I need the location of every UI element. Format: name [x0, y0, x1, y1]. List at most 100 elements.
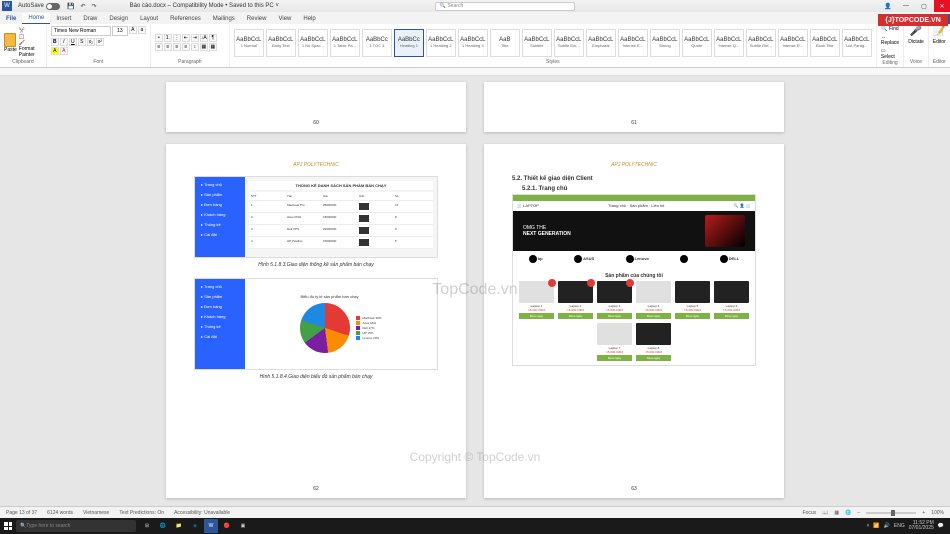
style-intense-r-[interactable]: AaBbCcLIntense R...: [778, 29, 808, 57]
accessibility-status[interactable]: Accessibility: Unavailable: [174, 510, 230, 516]
find-button[interactable]: 🔍 Find: [881, 26, 898, 32]
volume-icon[interactable]: 🔊: [884, 523, 890, 529]
dictate-icon[interactable]: 🎤: [910, 26, 922, 37]
vscode-icon[interactable]: ◈: [188, 519, 202, 533]
grow-font-icon[interactable]: A: [129, 26, 137, 34]
style-subtle-em-[interactable]: AaBbCcLSubtle Em...: [554, 29, 584, 57]
italic-button[interactable]: I: [60, 38, 68, 46]
tab-review[interactable]: Review: [241, 14, 273, 24]
style-book-title[interactable]: AaBbCcLBook Title: [810, 29, 840, 57]
text-predictions[interactable]: Text Predictions: On: [119, 510, 164, 516]
autosave-toggle[interactable]: AutoSave: [14, 3, 64, 10]
select-button[interactable]: ▭ Select: [881, 48, 899, 60]
undo-icon[interactable]: ↶: [81, 3, 86, 10]
clock[interactable]: 11:52 PM 07/01/2025: [909, 521, 934, 531]
highlight-button[interactable]: A: [51, 47, 59, 55]
close-button[interactable]: ✕: [934, 0, 950, 12]
paste-button[interactable]: Paste: [4, 28, 17, 58]
tab-mailings[interactable]: Mailings: [207, 14, 241, 24]
borders-icon[interactable]: ▦: [209, 43, 217, 51]
line-spacing-icon[interactable]: ↕: [191, 43, 199, 51]
start-button[interactable]: [0, 518, 16, 534]
chrome-icon[interactable]: 🔴: [220, 519, 234, 533]
show-marks-icon[interactable]: ¶: [209, 34, 217, 42]
word-taskbar-icon[interactable]: W: [204, 519, 218, 533]
style-1-heading-3[interactable]: AaBbCcL1 Heading 3: [458, 29, 488, 57]
zoom-level[interactable]: 100%: [931, 510, 944, 516]
sub-button[interactable]: x₂: [87, 38, 95, 46]
sup-button[interactable]: x²: [96, 38, 104, 46]
focus-mode[interactable]: Focus: [803, 510, 817, 516]
style-1-no-spac-[interactable]: AaBbCcL1 No Spac...: [298, 29, 328, 57]
web-layout-icon[interactable]: 🌐: [845, 510, 851, 516]
shrink-font-icon[interactable]: a: [138, 26, 146, 34]
terminal-icon[interactable]: ▣: [236, 519, 250, 533]
word-count[interactable]: 6124 words: [47, 510, 73, 516]
tab-layout[interactable]: Layout: [134, 14, 164, 24]
tab-draw[interactable]: Draw: [77, 14, 103, 24]
underline-button[interactable]: U: [69, 38, 77, 46]
align-center-icon[interactable]: ≡: [164, 43, 172, 51]
zoom-slider[interactable]: [866, 512, 916, 514]
tab-references[interactable]: References: [164, 14, 207, 24]
style-emphasis[interactable]: AaBbCcLEmphasis: [586, 29, 616, 57]
style-1-heading-2[interactable]: AaBbCcL1 Heading 2: [426, 29, 456, 57]
style-list-parag-[interactable]: AaBbCcLList Parag...: [842, 29, 872, 57]
tab-design[interactable]: Design: [103, 14, 134, 24]
edge-icon[interactable]: 🌐: [156, 519, 170, 533]
strike-button[interactable]: S: [78, 38, 86, 46]
language-tray[interactable]: ENG: [894, 523, 905, 529]
style-intense-q-[interactable]: AaBbCcLIntense Q...: [714, 29, 744, 57]
indent-right-icon[interactable]: ⇥: [191, 34, 199, 42]
shading-icon[interactable]: ▦: [200, 43, 208, 51]
style-heading-1[interactable]: AaBbCcHeading 1: [394, 29, 424, 57]
task-view-icon[interactable]: ⊞: [140, 519, 154, 533]
wifi-icon[interactable]: 📶: [873, 523, 879, 529]
tab-help[interactable]: Help: [297, 14, 321, 24]
language-indicator[interactable]: Vietnamese: [83, 510, 109, 516]
minimize-button[interactable]: —: [898, 0, 914, 12]
multilevel-icon[interactable]: ⋮: [173, 34, 181, 42]
page-indicator[interactable]: Page 13 of 37: [6, 510, 37, 516]
read-mode-icon[interactable]: 📖: [822, 510, 828, 516]
bullets-icon[interactable]: •: [155, 34, 163, 42]
style-1-toc-3[interactable]: AaBbCc1 TOC 3: [362, 29, 392, 57]
taskbar-search[interactable]: 🔍 Type here to search: [16, 520, 136, 532]
tab-home[interactable]: Home: [22, 13, 50, 24]
style-title[interactable]: AaBTitle: [490, 29, 520, 57]
justify-icon[interactable]: ≡: [182, 43, 190, 51]
zoom-out-icon[interactable]: −: [857, 510, 860, 516]
save-icon[interactable]: 💾: [67, 3, 74, 10]
maximize-button[interactable]: ▢: [916, 0, 932, 12]
font-name-input[interactable]: [51, 26, 111, 36]
sort-icon[interactable]: ↓A: [200, 34, 208, 42]
indent-left-icon[interactable]: ⇤: [182, 34, 190, 42]
editor-icon[interactable]: 📝: [933, 26, 945, 37]
tab-insert[interactable]: Insert: [50, 14, 77, 24]
align-right-icon[interactable]: ≡: [173, 43, 181, 51]
bold-button[interactable]: B: [51, 38, 59, 46]
font-color-button[interactable]: A: [60, 47, 68, 55]
replace-button[interactable]: ↔ Replace: [881, 34, 899, 46]
style-strong[interactable]: AaBbCcLStrong: [650, 29, 680, 57]
document-area[interactable]: TopCode.vn Copyright © TopCode.vn 60 APJ…: [0, 76, 950, 504]
style-1-table-pa-[interactable]: AaBbCcL1 Table Pa...: [330, 29, 360, 57]
style-subtitle[interactable]: AaBbCcLSubtitle: [522, 29, 552, 57]
align-left-icon[interactable]: ≡: [155, 43, 163, 51]
print-layout-icon[interactable]: ▦: [834, 510, 839, 516]
zoom-in-icon[interactable]: +: [922, 510, 925, 516]
style-body-text[interactable]: AaBbCcLBody Text: [266, 29, 296, 57]
tab-file[interactable]: File: [0, 14, 22, 24]
style-1-normal[interactable]: AaBbCcL1 Normal: [234, 29, 264, 57]
style-subtle-ref-[interactable]: AaBbCcLSubtle Ref...: [746, 29, 776, 57]
notifications-icon[interactable]: 💬: [938, 523, 944, 529]
style-intense-e-[interactable]: AaBbCcLIntense E...: [618, 29, 648, 57]
font-size-input[interactable]: [112, 26, 128, 36]
tray-chevron-icon[interactable]: ˄: [867, 523, 870, 529]
style-quote[interactable]: AaBbCcLQuote: [682, 29, 712, 57]
account-icon[interactable]: 👤: [880, 0, 896, 12]
ruler[interactable]: [0, 68, 950, 76]
explorer-icon[interactable]: 📁: [172, 519, 186, 533]
search-box[interactable]: 🔍 Search: [435, 2, 575, 11]
redo-icon[interactable]: ↷: [92, 3, 97, 10]
